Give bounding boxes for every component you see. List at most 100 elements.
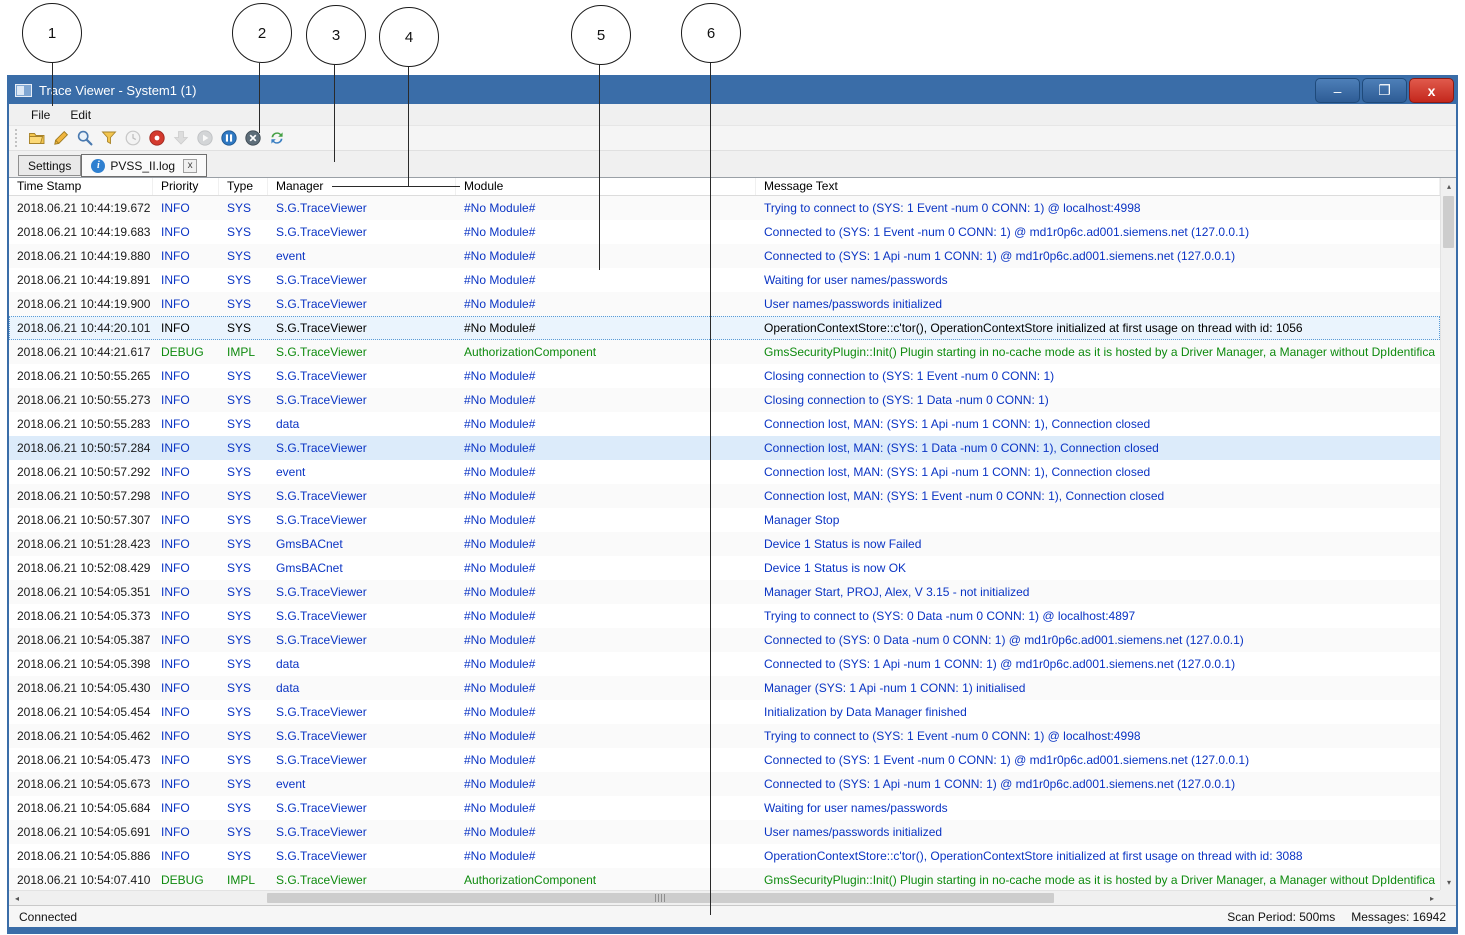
log-row[interactable]: 2018.06.21 10:50:55.283INFOSYSdata#No Mo…: [9, 412, 1440, 436]
column-header-message-text[interactable]: Message Text: [756, 178, 1440, 195]
log-row[interactable]: 2018.06.21 10:44:19.683INFOSYSS.G.TraceV…: [9, 220, 1440, 244]
log-row[interactable]: 2018.06.21 10:44:19.900INFOSYSS.G.TraceV…: [9, 292, 1440, 316]
cell-ty: SYS: [219, 844, 268, 868]
minimize-button[interactable]: –: [1315, 78, 1360, 103]
maximize-button[interactable]: ❐: [1362, 78, 1407, 103]
tab-pvss-ii-log[interactable]: iPVSS_II.logx: [81, 154, 207, 177]
cell-ts: 2018.06.21 10:44:19.900: [9, 292, 153, 316]
table-body: 2018.06.21 10:44:19.672INFOSYSS.G.TraceV…: [9, 196, 1440, 890]
cell-ts: 2018.06.21 10:54:05.691: [9, 820, 153, 844]
log-row[interactable]: 2018.06.21 10:54:05.387INFOSYSS.G.TraceV…: [9, 628, 1440, 652]
log-row[interactable]: 2018.06.21 10:50:57.284INFOSYSS.G.TraceV…: [9, 436, 1440, 460]
callout-2: 2: [232, 3, 292, 63]
log-row[interactable]: 2018.06.21 10:54:05.684INFOSYSS.G.TraceV…: [9, 796, 1440, 820]
log-row[interactable]: 2018.06.21 10:54:05.673INFOSYSevent#No M…: [9, 772, 1440, 796]
log-row[interactable]: 2018.06.21 10:51:28.423INFOSYSGmsBACnet#…: [9, 532, 1440, 556]
cell-msg: Connected to (SYS: 1 Event -num 0 CONN: …: [756, 748, 1440, 772]
log-row[interactable]: 2018.06.21 10:44:19.880INFOSYSevent#No M…: [9, 244, 1440, 268]
scroll-up-icon[interactable]: ▴: [1441, 178, 1456, 194]
filter-icon[interactable]: [98, 128, 119, 149]
horizontal-scroll-thumb[interactable]: [267, 893, 1054, 903]
cell-mg: event: [268, 244, 456, 268]
log-row[interactable]: 2018.06.21 10:50:57.298INFOSYSS.G.TraceV…: [9, 484, 1440, 508]
arrow-down-icon[interactable]: [170, 128, 191, 149]
column-header-time-stamp[interactable]: Time Stamp: [9, 178, 153, 195]
cell-ty: SYS: [219, 460, 268, 484]
log-row[interactable]: 2018.06.21 10:54:05.473INFOSYSS.G.TraceV…: [9, 748, 1440, 772]
cell-msg: OperationContextStore::c'tor(), Operatio…: [756, 844, 1440, 868]
cell-mg: S.G.TraceViewer: [268, 436, 456, 460]
cell-ty: SYS: [219, 388, 268, 412]
log-row[interactable]: 2018.06.21 10:54:05.373INFOSYSS.G.TraceV…: [9, 604, 1440, 628]
table-header: Time StampPriorityTypeManagerModuleMessa…: [9, 178, 1440, 196]
column-header-manager[interactable]: Manager: [268, 178, 456, 195]
log-row[interactable]: 2018.06.21 10:54:05.886INFOSYSS.G.TraceV…: [9, 844, 1440, 868]
message-count: Messages: 16942: [1351, 910, 1446, 924]
log-row[interactable]: 2018.06.21 10:54:05.398INFOSYSdata#No Mo…: [9, 652, 1440, 676]
cell-mg: S.G.TraceViewer: [268, 316, 456, 340]
cell-ts: 2018.06.21 10:50:57.284: [9, 436, 153, 460]
cell-mg: S.G.TraceViewer: [268, 364, 456, 388]
tab-settings[interactable]: Settings: [18, 155, 81, 176]
record-icon[interactable]: [146, 128, 167, 149]
cell-mg: S.G.TraceViewer: [268, 820, 456, 844]
pause-icon[interactable]: [218, 128, 239, 149]
log-row[interactable]: 2018.06.21 10:54:05.454INFOSYSS.G.TraceV…: [9, 700, 1440, 724]
scroll-right-icon[interactable]: ▸: [1424, 891, 1440, 905]
cell-pr: INFO: [153, 820, 219, 844]
log-row[interactable]: 2018.06.21 10:54:05.430INFOSYSdata#No Mo…: [9, 676, 1440, 700]
vertical-scrollbar[interactable]: ▴ ▾: [1440, 178, 1456, 890]
log-row[interactable]: 2018.06.21 10:54:05.462INFOSYSS.G.TraceV…: [9, 724, 1440, 748]
stop-icon[interactable]: [242, 128, 263, 149]
info-icon: i: [91, 159, 105, 173]
cell-ts: 2018.06.21 10:44:19.880: [9, 244, 153, 268]
start-icon[interactable]: [194, 128, 215, 149]
edit-pencil-icon[interactable]: [50, 128, 71, 149]
cell-md: #No Module#: [456, 196, 756, 220]
column-header-type[interactable]: Type: [219, 178, 268, 195]
log-row[interactable]: 2018.06.21 10:44:20.101INFOSYSS.G.TraceV…: [9, 316, 1440, 340]
open-folder-icon[interactable]: [26, 128, 47, 149]
cell-mg: GmsBACnet: [268, 556, 456, 580]
menu-edit[interactable]: Edit: [60, 104, 101, 125]
log-row[interactable]: 2018.06.21 10:50:57.307INFOSYSS.G.TraceV…: [9, 508, 1440, 532]
menu-file[interactable]: File: [21, 104, 60, 125]
log-row[interactable]: 2018.06.21 10:50:55.273INFOSYSS.G.TraceV…: [9, 388, 1440, 412]
callout-5: 5: [571, 5, 631, 65]
cell-ty: SYS: [219, 412, 268, 436]
cell-md: #No Module#: [456, 412, 756, 436]
scroll-down-icon[interactable]: ▾: [1441, 874, 1456, 890]
cell-mg: S.G.TraceViewer: [268, 196, 456, 220]
scroll-left-icon[interactable]: ◂: [9, 891, 25, 905]
log-row[interactable]: 2018.06.21 10:44:19.672INFOSYSS.G.TraceV…: [9, 196, 1440, 220]
refresh-icon[interactable]: [266, 128, 287, 149]
log-row[interactable]: 2018.06.21 10:54:05.691INFOSYSS.G.TraceV…: [9, 820, 1440, 844]
clock-icon[interactable]: [122, 128, 143, 149]
callout-1: 1: [22, 3, 82, 63]
horizontal-scrollbar[interactable]: ◂ ▸: [9, 890, 1440, 905]
cell-mg: S.G.TraceViewer: [268, 484, 456, 508]
cell-md: #No Module#: [456, 652, 756, 676]
log-row[interactable]: 2018.06.21 10:44:21.617DEBUGIMPLS.G.Trac…: [9, 340, 1440, 364]
log-row[interactable]: 2018.06.21 10:54:05.351INFOSYSS.G.TraceV…: [9, 580, 1440, 604]
cell-pr: INFO: [153, 316, 219, 340]
cell-msg: Connection lost, MAN: (SYS: 1 Event -num…: [756, 484, 1440, 508]
column-header-module[interactable]: Module: [456, 178, 756, 195]
log-row[interactable]: 2018.06.21 10:52:08.429INFOSYSGmsBACnet#…: [9, 556, 1440, 580]
cell-msg: Manager Stop: [756, 508, 1440, 532]
log-row[interactable]: 2018.06.21 10:50:57.292INFOSYSevent#No M…: [9, 460, 1440, 484]
cell-ts: 2018.06.21 10:44:20.101: [9, 316, 153, 340]
cell-mg: S.G.TraceViewer: [268, 580, 456, 604]
search-icon[interactable]: [74, 128, 95, 149]
cell-msg: Trying to connect to (SYS: 1 Event -num …: [756, 724, 1440, 748]
cell-ty: SYS: [219, 748, 268, 772]
cell-mg: S.G.TraceViewer: [268, 268, 456, 292]
log-row[interactable]: 2018.06.21 10:54:07.410DEBUGIMPLS.G.Trac…: [9, 868, 1440, 890]
log-row[interactable]: 2018.06.21 10:50:55.265INFOSYSS.G.TraceV…: [9, 364, 1440, 388]
tab-close-icon[interactable]: x: [183, 159, 197, 173]
log-row[interactable]: 2018.06.21 10:44:19.891INFOSYSS.G.TraceV…: [9, 268, 1440, 292]
column-header-priority[interactable]: Priority: [153, 178, 219, 195]
vertical-scroll-thumb[interactable]: [1443, 196, 1454, 248]
close-button[interactable]: x: [1409, 78, 1454, 103]
cell-msg: Connected to (SYS: 1 Api -num 1 CONN: 1)…: [756, 772, 1440, 796]
